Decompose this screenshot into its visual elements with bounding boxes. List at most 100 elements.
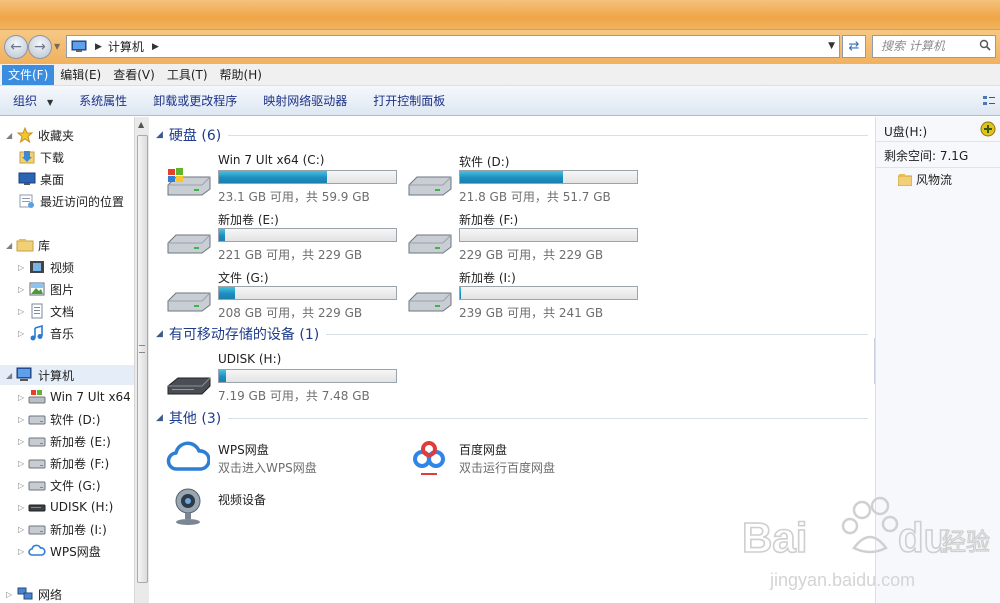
expand-icon[interactable]: ▷ <box>18 481 28 490</box>
uninstall-program-button[interactable]: 卸载或更改程序 <box>140 92 250 109</box>
nav-drive-f[interactable]: ▷ 新加卷 (F:) <box>0 453 109 473</box>
menu-view[interactable]: 查看(V) <box>107 65 161 85</box>
nav-label: UDISK (H:) <box>50 500 114 514</box>
organize-button[interactable]: 组织 ▼ <box>0 92 66 109</box>
nav-label: 文档 <box>50 304 75 319</box>
app-name: 百度网盘 <box>459 443 508 457</box>
expand-icon[interactable]: ▷ <box>18 525 28 534</box>
nav-favorites[interactable]: ◢ 收藏夹 <box>0 125 74 145</box>
expand-icon[interactable]: ▷ <box>18 437 28 446</box>
menu-file[interactable]: 文件(F) <box>2 64 55 85</box>
menu-help[interactable]: 帮助(H) <box>214 65 268 85</box>
group-divider <box>326 334 868 335</box>
drive-usage-fill <box>219 370 227 382</box>
collapse-group-icon[interactable]: ◢ <box>156 413 163 423</box>
address-bar[interactable]: ▶ 计算机 ▶ ▼ <box>66 35 840 58</box>
drive-i[interactable]: 新加卷 (I:) 239 GB 可用，共 241 GB <box>391 269 638 323</box>
view-options-icon[interactable] <box>982 94 996 108</box>
drive-f[interactable]: 新加卷 (F:) 229 GB 可用，共 229 GB <box>391 211 638 265</box>
wps-drive-item[interactable]: WPS网盘 双击进入WPS网盘 <box>150 435 390 481</box>
recent-places-icon <box>19 194 34 208</box>
menu-edit[interactable]: 编辑(E) <box>54 65 107 85</box>
nav-wps-drive[interactable]: ▷ WPS网盘 <box>0 541 101 561</box>
nav-drive-h[interactable]: ▷ UDISK (H:) <box>0 497 113 517</box>
nav-documents[interactable]: ▷ 文档 <box>0 301 74 321</box>
search-input[interactable]: 搜索 计算机 <box>872 35 996 58</box>
nav-label: 新加卷 (F:) <box>50 456 110 471</box>
nav-drive-g[interactable]: ▷ 文件 (G:) <box>0 475 101 495</box>
scrollbar-thumb[interactable] <box>137 135 148 583</box>
drive-usage-bar <box>218 286 397 300</box>
expand-icon[interactable]: ▷ <box>6 590 16 599</box>
nav-recent-places[interactable]: 最近访问的位置 <box>18 191 124 211</box>
scroll-up-icon[interactable]: ▲ <box>138 120 144 129</box>
expand-icon[interactable]: ▷ <box>18 503 28 512</box>
usb-drive-icon <box>167 377 211 395</box>
expand-icon[interactable]: ◢ <box>6 241 16 250</box>
forward-button[interactable]: → <box>28 35 52 59</box>
breadcrumb-separator-icon[interactable]: ▶ <box>152 42 159 52</box>
nav-drive-c[interactable]: ▷ Win 7 Ult x64 (C:) <box>0 387 134 407</box>
history-dropdown-icon[interactable]: ▼ <box>54 42 60 51</box>
drive-c[interactable]: Win 7 Ult x64 (C:) 23.1 GB 可用，共 59.9 GB <box>150 153 397 207</box>
navigation-scrollbar[interactable]: ▲ <box>134 117 149 603</box>
nav-libraries[interactable]: ◢ 库 <box>0 235 50 255</box>
menu-tools[interactable]: 工具(T) <box>161 65 214 85</box>
drive-free-space: 229 GB 可用，共 229 GB <box>459 248 604 262</box>
expand-icon[interactable]: ▷ <box>18 459 28 468</box>
details-folder-item[interactable]: 风物流 <box>898 171 952 188</box>
nav-label: 文件 (G:) <box>50 478 101 493</box>
nav-drive-i[interactable]: ▷ 新加卷 (I:) <box>0 519 107 539</box>
network-icon <box>17 587 33 600</box>
expand-icon[interactable]: ▷ <box>18 263 28 272</box>
nav-computer[interactable]: ◢ 计算机 <box>0 365 134 385</box>
expand-icon[interactable]: ▷ <box>18 393 28 402</box>
nav-desktop[interactable]: 桌面 <box>18 169 64 189</box>
expand-icon[interactable]: ◢ <box>6 371 16 380</box>
drive-e[interactable]: 新加卷 (E:) 221 GB 可用，共 229 GB <box>150 211 397 265</box>
chevron-down-icon: ▼ <box>47 98 54 107</box>
refresh-button[interactable]: ⇄ <box>842 35 866 58</box>
back-arrow-icon: ← <box>10 39 22 55</box>
breadcrumb-computer[interactable]: 计算机 <box>108 38 144 55</box>
drive-d[interactable]: 软件 (D:) 21.8 GB 可用，共 51.7 GB <box>391 153 638 207</box>
drive-g[interactable]: 文件 (G:) 208 GB 可用，共 229 GB <box>150 269 397 323</box>
expand-icon[interactable]: ▷ <box>18 415 28 424</box>
nav-drive-e[interactable]: ▷ 新加卷 (E:) <box>0 431 111 451</box>
breadcrumb-separator-icon[interactable]: ▶ <box>95 42 102 52</box>
collapse-group-icon[interactable]: ◢ <box>156 130 163 140</box>
nav-downloads[interactable]: 下载 <box>18 147 64 167</box>
app-description: 双击进入WPS网盘 <box>218 461 317 475</box>
nav-videos[interactable]: ▷ 视频 <box>0 257 74 277</box>
drive-h[interactable]: UDISK (H:) 7.19 GB 可用，共 7.48 GB <box>150 352 397 406</box>
drive-name: 新加卷 (I:) <box>459 271 516 285</box>
nav-pictures[interactable]: ▷ 图片 <box>0 279 74 299</box>
pictures-icon <box>29 282 45 296</box>
expand-icon[interactable]: ◢ <box>6 131 16 140</box>
video-device-item[interactable]: 视频设备 <box>150 485 390 531</box>
expand-icon[interactable]: ▷ <box>18 329 28 338</box>
system-properties-button[interactable]: 系统属性 <box>66 92 140 109</box>
drive-usage-fill <box>219 171 327 183</box>
baidu-pan-item[interactable]: 百度网盘 双击运行百度网盘 <box>391 435 631 481</box>
nav-network[interactable]: ▷ 网络 <box>0 584 62 603</box>
drive-usage-bar <box>459 228 638 242</box>
nav-music[interactable]: ▷ 音乐 <box>0 323 74 343</box>
expand-icon[interactable]: ▷ <box>18 285 28 294</box>
open-control-panel-button[interactable]: 打开控制面板 <box>360 92 458 109</box>
nav-drive-d[interactable]: ▷ 软件 (D:) <box>0 409 100 429</box>
drive-name: UDISK (H:) <box>218 352 282 366</box>
expand-icon[interactable]: ▷ <box>18 547 28 556</box>
drive-name: 文件 (G:) <box>218 271 269 285</box>
add-icon[interactable] <box>980 121 996 137</box>
address-dropdown-icon[interactable]: ▼ <box>828 41 835 51</box>
map-network-drive-button[interactable]: 映射网络驱动器 <box>250 92 360 109</box>
expand-icon[interactable]: ▷ <box>18 307 28 316</box>
search-icon[interactable] <box>979 39 991 51</box>
refresh-icon: ⇄ <box>848 39 860 54</box>
collapse-group-icon[interactable]: ◢ <box>156 329 163 339</box>
back-button[interactable]: ← <box>4 35 28 59</box>
group-header-hdd[interactable]: ◢ 硬盘 (6) <box>156 125 868 145</box>
group-header-removable[interactable]: ◢ 有可移动存储的设备 (1) <box>156 324 868 344</box>
group-header-other[interactable]: ◢ 其他 (3) <box>156 408 868 428</box>
